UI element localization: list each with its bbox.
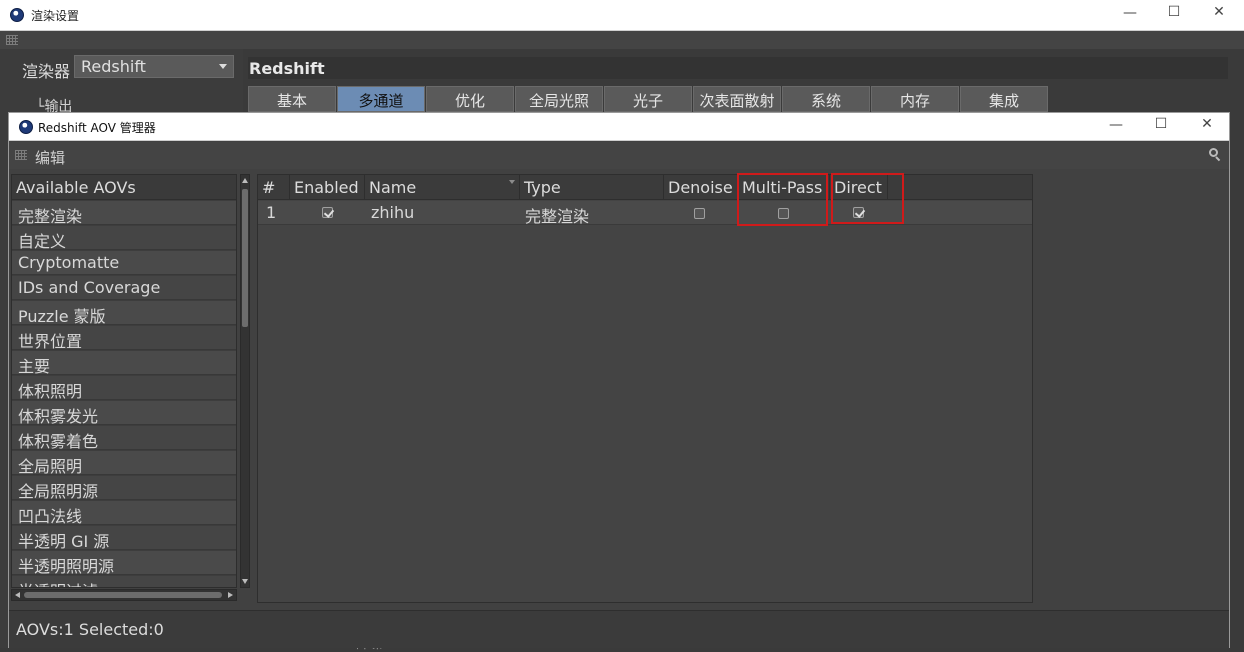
tab-memory[interactable]: 内存 — [871, 86, 959, 112]
scroll-right-icon[interactable] — [228, 592, 233, 598]
available-aovs-header: Available AOVs — [12, 175, 236, 200]
minimize-icon[interactable]: — — [1106, 117, 1126, 133]
list-item[interactable]: 体积雾着色 — [12, 426, 236, 451]
tab-global-illumination[interactable]: 全局光照 — [515, 86, 603, 112]
status-bar: AOVs:1 Selected:0 — [9, 610, 1229, 648]
aov-manager-window: Redshift AOV 管理器 — ☐ ✕ 编辑 Available AOVs… — [8, 112, 1230, 648]
renderer-label: 渲染器 — [22, 62, 71, 81]
list-item[interactable]: Puzzle 蒙版 — [12, 301, 236, 326]
menu-edit[interactable]: 编辑 — [35, 147, 65, 168]
column-header-enabled[interactable]: Enabled — [290, 175, 365, 200]
status-text: AOVs:1 Selected:0 — [16, 620, 164, 639]
direct-highlight-box — [831, 173, 904, 224]
available-aovs-list: 完整渲染 自定义 Cryptomatte IDs and Coverage Pu… — [12, 201, 236, 587]
column-header-name-label: Name — [369, 178, 417, 197]
list-item[interactable]: 体积照明 — [12, 376, 236, 401]
render-settings-titlebar: 渲染设置 — ☐ ✕ — [0, 0, 1244, 31]
chevron-down-icon — [219, 64, 227, 69]
cinema4d-app-icon — [19, 120, 33, 134]
tab-basic[interactable]: 基本 — [248, 86, 336, 112]
column-header-denoise[interactable]: Denoise — [664, 175, 738, 200]
scrollbar-thumb[interactable] — [24, 592, 222, 598]
scroll-up-icon[interactable] — [242, 178, 248, 183]
aov-table: # Enabled Name Type Denoise Multi-Pass D… — [257, 173, 1033, 603]
available-aovs-panel: Available AOVs 完整渲染 自定义 Cryptomatte IDs … — [11, 174, 237, 588]
column-header-index[interactable]: # — [258, 175, 290, 200]
row-index: 1 — [266, 203, 277, 222]
search-icon[interactable] — [1209, 148, 1221, 162]
aov-list-horizontal-scrollbar[interactable] — [11, 589, 237, 601]
enabled-checkbox[interactable] — [322, 207, 333, 218]
minimize-icon[interactable]: — — [1120, 5, 1140, 21]
row-name[interactable]: zhihu — [367, 201, 414, 225]
render-settings-toolbar — [0, 31, 1244, 49]
list-item[interactable]: 半透明 GI 源 — [12, 526, 236, 551]
renderer-dropdown[interactable]: Redshift — [74, 55, 234, 78]
column-header-name[interactable]: Name — [365, 175, 520, 200]
aov-menu-bar: 编辑 — [9, 142, 1229, 169]
list-item[interactable]: 半透明照明源 — [12, 551, 236, 576]
scroll-left-icon[interactable] — [15, 592, 20, 598]
column-header-type[interactable]: Type — [520, 175, 664, 200]
tab-subsurface[interactable]: 次表面散射 — [693, 86, 781, 112]
table-row[interactable]: 1 zhihu 完整渲染 — [258, 201, 1032, 226]
maximize-icon[interactable]: ☐ — [1151, 116, 1171, 132]
sort-icon — [509, 180, 515, 184]
denoise-checkbox[interactable] — [694, 208, 705, 219]
search-icon-handle — [1215, 156, 1221, 162]
list-item[interactable]: 完整渲染 — [12, 201, 236, 226]
list-item[interactable]: 全局照明 — [12, 451, 236, 476]
list-item[interactable]: 全局照明源 — [12, 476, 236, 501]
scrollbar-thumb[interactable] — [242, 189, 248, 327]
close-icon[interactable]: ✕ — [1209, 4, 1229, 20]
list-item[interactable]: 半透明过滤 — [12, 576, 236, 587]
tab-optimize[interactable]: 优化 — [426, 86, 514, 112]
tab-photon[interactable]: 光子 — [604, 86, 692, 112]
list-item[interactable]: 体积雾发光 — [12, 401, 236, 426]
list-item[interactable]: IDs and Coverage — [12, 276, 236, 300]
row-type: 完整渲染 — [525, 207, 590, 226]
close-icon[interactable]: ✕ — [1197, 116, 1217, 132]
aov-manager-titlebar: Redshift AOV 管理器 — ☐ ✕ — [9, 113, 1229, 141]
render-settings-title: 渲染设置 — [31, 9, 80, 23]
grip-icon — [15, 150, 27, 160]
list-item[interactable]: 世界位置 — [12, 326, 236, 351]
list-item[interactable]: 主要 — [12, 351, 236, 376]
redshift-tabs: 基本 多通道 优化 全局光照 光子 次表面散射 系统 内存 集成 — [248, 86, 1049, 112]
list-item[interactable]: Cryptomatte — [12, 251, 236, 275]
aov-manager-title: Redshift AOV 管理器 — [38, 121, 156, 135]
list-item[interactable]: 凹凸法线 — [12, 501, 236, 526]
cinema4d-app-icon — [10, 8, 24, 22]
list-item[interactable]: 自定义 — [12, 226, 236, 251]
table-header: # Enabled Name Type Denoise Multi-Pass D… — [258, 175, 1032, 200]
scroll-down-icon[interactable] — [242, 579, 248, 584]
aov-list-vertical-scrollbar[interactable] — [240, 174, 250, 588]
maximize-icon[interactable]: ☐ — [1164, 4, 1184, 20]
tab-multipass[interactable]: 多通道 — [337, 86, 425, 112]
renderer-dropdown-value: Redshift — [81, 57, 146, 76]
tab-integration[interactable]: 集成 — [960, 86, 1048, 112]
redshift-section-title: Redshift — [248, 57, 1228, 79]
multipass-highlight-box — [737, 173, 828, 226]
tab-system[interactable]: 系统 — [782, 86, 870, 112]
grip-icon — [6, 35, 18, 45]
